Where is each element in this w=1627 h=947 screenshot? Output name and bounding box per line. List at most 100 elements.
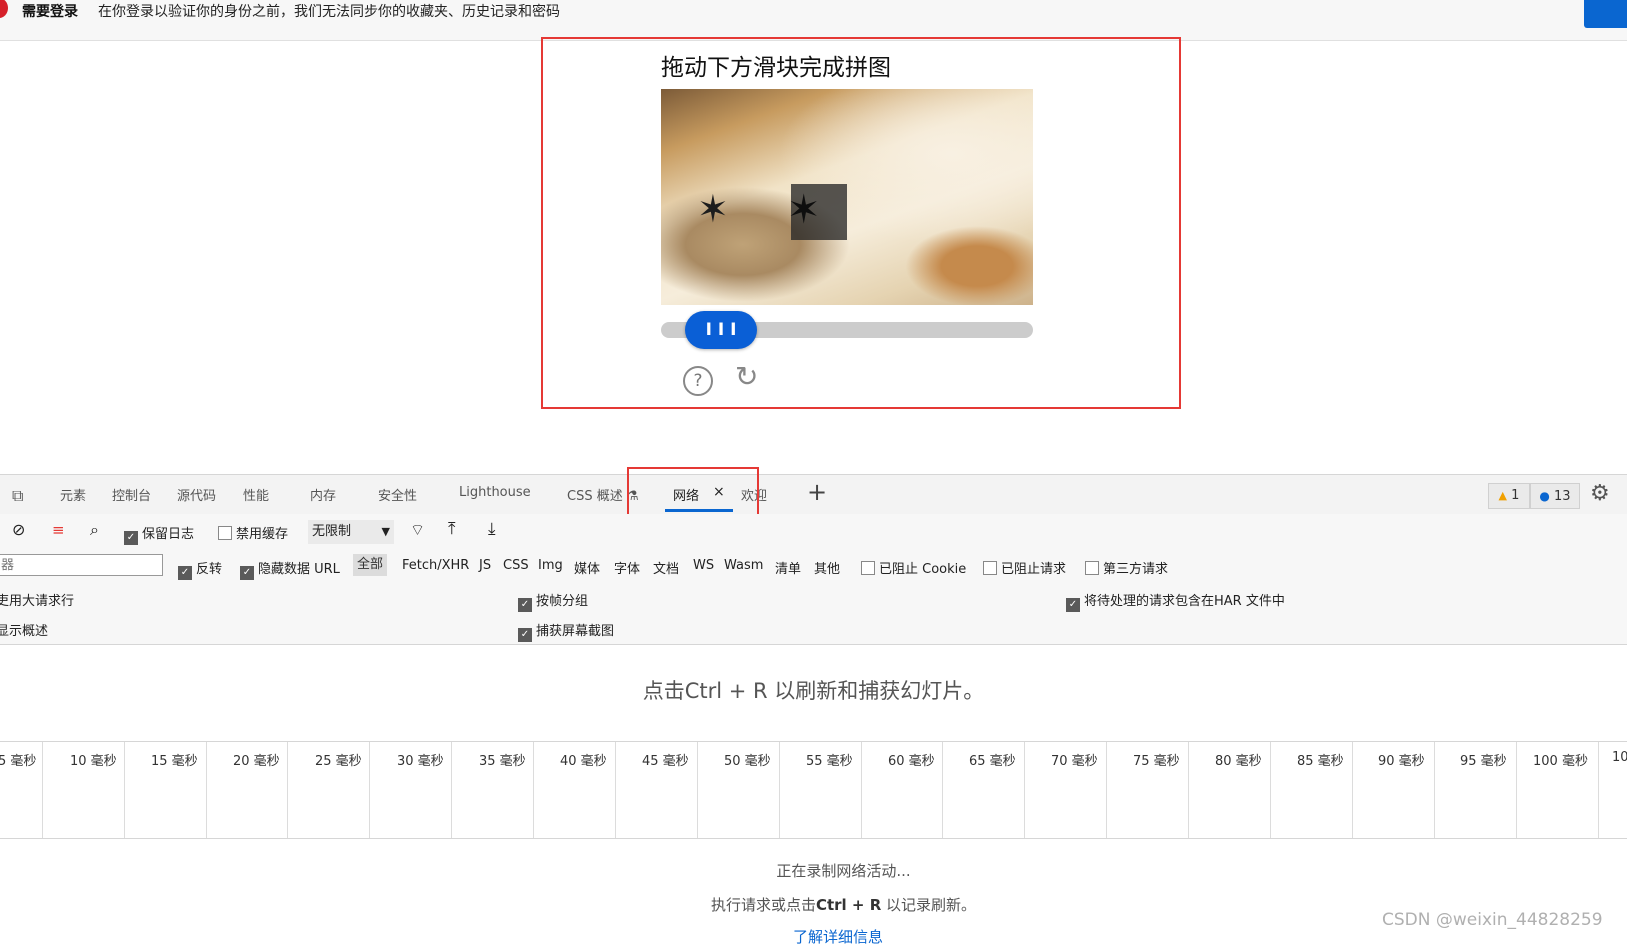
gear-icon[interactable]: ⚙ [1590, 481, 1610, 506]
csdn-watermark: CSDN @weixin_44828259 [1382, 910, 1603, 930]
disable-cache-checkbox[interactable]: 禁用缓存 [218, 523, 288, 542]
grid-line [451, 742, 452, 838]
filter-type-ws[interactable]: WS [693, 558, 714, 573]
har-pending-checkbox[interactable]: ✓ 将待处理的请求包含在HAR 文件中 [1066, 590, 1285, 612]
network-conditions-icon[interactable]: ⌔ [410, 520, 425, 540]
tab-performance[interactable]: 性能 [243, 485, 269, 504]
grid-line [1188, 742, 1189, 838]
timeline-tick: 10 毫秒 [70, 754, 117, 769]
timeline-overview: 5 毫秒 10 毫秒 15 毫秒 20 毫秒 25 毫秒 30 毫秒 35 毫秒… [0, 741, 1627, 839]
invert-checkbox[interactable]: ✓ 反转 [178, 558, 222, 580]
filter-type-fetch-xhr[interactable]: Fetch/XHR [402, 558, 469, 573]
tab-security[interactable]: 安全性 [378, 485, 417, 504]
export-har-icon[interactable]: ⤓ [488, 519, 496, 539]
blocked-cookies-checkbox[interactable]: 已阻止 Cookie [861, 558, 966, 577]
refresh-icon[interactable]: ↻ [735, 363, 763, 391]
grid-line [615, 742, 616, 838]
timeline-tick: 45 毫秒 [642, 754, 689, 769]
warning-icon: ▲ [1498, 489, 1508, 502]
slider-handle[interactable]: I I I [685, 311, 757, 349]
tab-lighthouse[interactable]: Lighthouse [459, 485, 531, 500]
warnings-count: 1 [1511, 488, 1520, 503]
messages-badge[interactable]: ● 13 [1530, 483, 1580, 509]
grid-line [369, 742, 370, 838]
filter-type-wasm[interactable]: Wasm [724, 558, 763, 573]
throttling-select[interactable]: 无限制 ▼ [308, 520, 394, 544]
third-party-checkbox[interactable]: 第三方请求 [1085, 558, 1168, 577]
grid-line [1598, 742, 1599, 838]
big-request-rows-label[interactable]: 吏用大请求行 [0, 590, 74, 609]
timeline-tick: 30 毫秒 [397, 754, 444, 769]
timeline-tick: 80 毫秒 [1215, 754, 1262, 769]
search-icon[interactable]: ⌕ [90, 520, 99, 540]
timeline-tick: 90 毫秒 [1378, 754, 1425, 769]
signin-button[interactable] [1584, 0, 1627, 28]
timeline-tick: 15 毫秒 [151, 754, 198, 769]
add-tab-icon[interactable]: + [807, 478, 827, 506]
timeline-tick: 85 毫秒 [1297, 754, 1344, 769]
puzzle-piece-target: ✶ [697, 187, 729, 231]
timeline-tick: 55 毫秒 [806, 754, 853, 769]
timeline-tick: 35 毫秒 [479, 754, 526, 769]
tab-console[interactable]: 控制台 [112, 485, 151, 504]
devtools-tabbar: ⧉ 元素 控制台 源代码 性能 内存 安全性 Lighthouse CSS 概述… [0, 474, 1627, 516]
timeline-tick: 100 毫秒 [1533, 754, 1588, 769]
clear-icon[interactable]: ⊘ [12, 520, 25, 539]
filter-type-img[interactable]: Img [538, 558, 563, 573]
grid-line [1106, 742, 1107, 838]
grid-line [861, 742, 862, 838]
timeline-tick: 25 毫秒 [315, 754, 362, 769]
filter-icon[interactable]: ≡ [52, 521, 65, 539]
grid-line [206, 742, 207, 838]
filter-type-font[interactable]: 字体 [614, 558, 640, 577]
timeline-tick: 40 毫秒 [560, 754, 607, 769]
hide-data-urls-checkbox[interactable]: ✓ 隐藏数据 URL [240, 558, 340, 580]
group-by-frame-checkbox[interactable]: ✓ 按帧分组 [518, 590, 588, 612]
filter-type-manifest[interactable]: 清单 [775, 558, 801, 577]
filter-bar: ✓反转 ✓隐藏数据 URL 全部 Fetch/XHR JS CSS Img 媒体… [0, 550, 1627, 583]
warnings-badge[interactable]: ▲ 1 [1488, 483, 1530, 509]
help-icon[interactable]: ? [683, 366, 713, 396]
messages-count: 13 [1554, 489, 1571, 504]
grid-line [1516, 742, 1517, 838]
filter-type-doc[interactable]: 文档 [653, 558, 679, 577]
network-settings: 吏用大请求行 显示概述 ✓ 按帧分组 ✓ 捕获屏幕截图 ✓ 将待处理的请求包含在HAR… [0, 582, 1627, 645]
filter-type-js[interactable]: JS [479, 558, 491, 573]
learn-more-link[interactable]: 了解详细信息 [793, 926, 883, 947]
filter-type-css[interactable]: CSS [503, 558, 529, 573]
preserve-log-checkbox[interactable]: ✓ 保留日志 [124, 523, 194, 545]
tab-memory[interactable]: 内存 [310, 485, 336, 504]
message-icon: ● [1539, 489, 1550, 503]
filter-type-media[interactable]: 媒体 [574, 558, 600, 577]
screenshot-hint: 点击Ctrl + R 以刷新和捕获幻灯片。 [642, 679, 985, 703]
grid-line [1352, 742, 1353, 838]
blocked-requests-checkbox[interactable]: 已阻止请求 [983, 558, 1066, 577]
import-har-icon[interactable]: ⤒ [448, 519, 456, 539]
grid-line [533, 742, 534, 838]
timeline-tick: 20 毫秒 [233, 754, 280, 769]
grid-line [1024, 742, 1025, 838]
timeline-tick: 60 毫秒 [888, 754, 935, 769]
tab-sources[interactable]: 源代码 [177, 485, 216, 504]
device-toolbar-icon[interactable]: ⧉ [12, 486, 23, 506]
filter-type-all[interactable]: 全部 [353, 554, 388, 576]
filter-input[interactable] [0, 554, 163, 576]
recording-status: 正在录制网络活动... [776, 862, 911, 880]
timeline-tick: 10 [1612, 750, 1627, 765]
profile-alert-icon [0, 0, 8, 18]
grid-line [287, 742, 288, 838]
grid-line [779, 742, 780, 838]
capture-screenshots-checkbox[interactable]: ✓ 捕获屏幕截图 [518, 620, 614, 642]
timeline-tick: 75 毫秒 [1133, 754, 1180, 769]
grid-line [1270, 742, 1271, 838]
network-toolbar: ⊘ ≡ ⌕ ✓ 保留日志 禁用缓存 无限制 ▼ ⌔ ⤒ ⤓ [0, 514, 1627, 551]
signin-banner: 需要登录 在你登录以验证你的身份之前，我们无法同步你的收藏夹、历史记录和密码 [0, 0, 1627, 41]
banner-title: 需要登录 [22, 4, 78, 20]
tab-elements[interactable]: 元素 [60, 485, 86, 504]
filter-type-other[interactable]: 其他 [814, 558, 840, 577]
puzzle-piece-slot: ✶ [787, 184, 847, 240]
timeline-tick: 95 毫秒 [1460, 754, 1507, 769]
show-overview-label[interactable]: 显示概述 [0, 620, 48, 639]
banner-message: 在你登录以验证你的身份之前，我们无法同步你的收藏夹、历史记录和密码 [98, 4, 560, 20]
timeline-tick: 5 毫秒 [0, 754, 37, 769]
